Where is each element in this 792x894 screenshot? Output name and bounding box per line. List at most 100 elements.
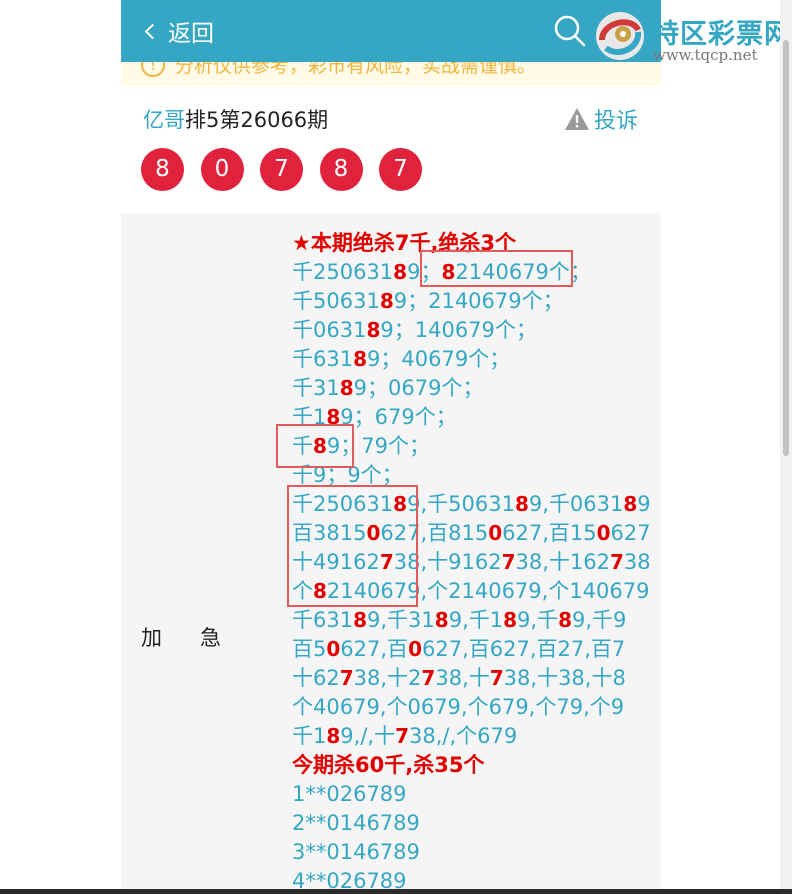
info-icon: ! (141, 62, 165, 77)
highlight-digit: 8 (379, 289, 394, 313)
analysis-segment: 9；0679个； (353, 376, 484, 400)
analysis-segment: 9 (637, 492, 651, 516)
highlight-digit: 8 (366, 318, 381, 342)
analysis-segment: 9,千50631 (407, 492, 515, 516)
highlight-digit: 8 (393, 260, 408, 284)
top-bar: 返回 (121, 0, 661, 62)
result-ball: 8 (319, 148, 363, 191)
analysis-segment: 38,十2 (353, 666, 422, 690)
result-ball: 7 (379, 148, 422, 191)
analysis-line: 百50627,百0627,百627,百27,百7 (292, 635, 660, 664)
annotation-box (276, 424, 354, 468)
analysis-segment: 千631 (292, 347, 354, 371)
analysis-segment: 38,/,个679 (409, 724, 518, 748)
kill-line: 3**0146789 (292, 840, 420, 864)
analysis-segment: 9,千0631 (528, 492, 624, 516)
highlight-digit: 8 (353, 347, 368, 371)
highlight-digit: 7 (501, 550, 516, 574)
highlight-digit: 7 (421, 666, 436, 690)
analysis-segment: 9；2140679个； (393, 289, 564, 313)
highlight-digit: 8 (514, 492, 529, 516)
analysis-line: 千189,/,十738,/,个679 (292, 722, 660, 751)
highlight-digit: 0 (408, 637, 422, 661)
search-icon (554, 15, 586, 47)
row-label-char: 急 (200, 626, 221, 650)
analysis-line: 千5063189；2140679个； (292, 287, 660, 316)
analysis-segment: 627 (610, 521, 651, 545)
result-ball: 7 (260, 148, 303, 191)
analysis-segment: 千50631 (292, 289, 380, 313)
post-title: 亿哥排5第26066期 (143, 104, 328, 134)
complain-button[interactable]: 投诉 (564, 103, 638, 135)
kill-line: 2**0146789 (292, 811, 420, 835)
complain-label: 投诉 (594, 109, 639, 134)
risk-notice: ! 分析仅供参考，彩市有风险，实战需谨慎。 (121, 62, 661, 86)
analysis-segment: 9,千1 (448, 608, 504, 632)
back-label: 返回 (168, 21, 214, 47)
analysis-segment: 38,十 (435, 666, 490, 690)
highlight-digit: 8 (326, 724, 341, 748)
analysis-line: 千063189；140679个； (292, 316, 660, 345)
highlight-digit: 0 (488, 521, 503, 545)
analysis-segment: 9,千9 (572, 608, 627, 632)
highlight-digit: 7 (489, 666, 504, 690)
page: 返回 ! 分析仅供参考，彩市有风险，实战需谨慎。 亿哥排5第26066期 投诉 … (121, 0, 661, 894)
bottom-bar (0, 889, 792, 894)
result-ball: 0 (200, 148, 244, 191)
highlight-digit: 7 (609, 550, 624, 574)
highlight-digit: 8 (623, 492, 638, 516)
result-ball: 8 (141, 148, 184, 191)
draw-result: 8 0 7 8 7 (141, 148, 439, 191)
analysis-segment: 千0631 (292, 318, 367, 342)
analysis-line: 个40679,个0679,个679,个79,个9 (292, 693, 660, 722)
notice-text: 分析仅供参考，彩市有风险，实战需谨慎。 (175, 62, 537, 77)
analysis-segment: 627,百 (340, 637, 409, 661)
issue-title: 排5第26066期 (185, 108, 329, 132)
annotation-box (420, 250, 573, 287)
analysis-segment: 9,千 (517, 608, 559, 632)
analysis-segment: 个40679,个0679,个679,个79,个9 (292, 695, 625, 719)
analysis-segment: 9,/,十 (340, 724, 396, 748)
back-button[interactable]: 返回 (141, 14, 214, 48)
analysis-segment: 百5 (292, 637, 327, 661)
chevron-left-icon (144, 23, 161, 39)
analysis-line: 千63189,千3189,千189,千89,千9 (292, 606, 660, 635)
highlight-digit: 8 (353, 608, 368, 632)
analysis-segment: 千1 (292, 724, 327, 748)
highlight-digit: 0 (326, 637, 341, 661)
annotation-box (287, 485, 418, 607)
kill-line: 1**026789 (292, 782, 407, 806)
highlight-digit: 8 (558, 608, 572, 632)
analysis-segment: 38,十38,十8 (503, 666, 626, 690)
logo-url: www.tqcp.net (653, 46, 758, 64)
analysis-segment: 38,十162 (515, 550, 610, 574)
warning-icon (565, 108, 589, 130)
search-button[interactable] (553, 14, 587, 48)
analysis-segment: 9,千31 (367, 608, 435, 632)
author-link[interactable]: 亿哥 (143, 108, 185, 132)
scrollbar[interactable] (780, 0, 792, 894)
analysis-segment: 千250631 (292, 260, 394, 284)
analysis-segment: 9；679个； (340, 405, 457, 429)
scrollbar-thumb[interactable] (783, 40, 789, 456)
analysis-segment: 千31 (292, 376, 340, 400)
analysis-segment: 38 (623, 550, 651, 574)
highlight-digit: 8 (503, 608, 518, 632)
row-label-char: 加 (141, 626, 162, 650)
highlight-digit: 8 (339, 376, 354, 400)
analysis-segment: 千631 (292, 608, 354, 632)
highlight-digit: 8 (434, 608, 449, 632)
logo-mark-icon (596, 12, 644, 60)
analysis-segment: 627,百15 (502, 521, 597, 545)
analysis-line: 十62738,十2738,十738,十38,十8 (292, 664, 660, 693)
analysis-segment: 9；40679个； (367, 347, 511, 371)
analysis-segment: 627,百627,百27,百7 (421, 637, 626, 661)
analysis-heading: 今期杀60千,杀35个 (292, 753, 485, 777)
highlight-digit: 7 (395, 724, 410, 748)
site-logo[interactable]: 特区彩票网 www.tqcp.net (592, 10, 792, 66)
analysis-segment: 十62 (292, 666, 340, 690)
analysis-line: 千3189；0679个； (292, 374, 660, 403)
analysis-line: 千63189；40679个； (292, 345, 660, 374)
row-label: 加急 (141, 622, 259, 652)
highlight-digit: 0 (596, 521, 611, 545)
